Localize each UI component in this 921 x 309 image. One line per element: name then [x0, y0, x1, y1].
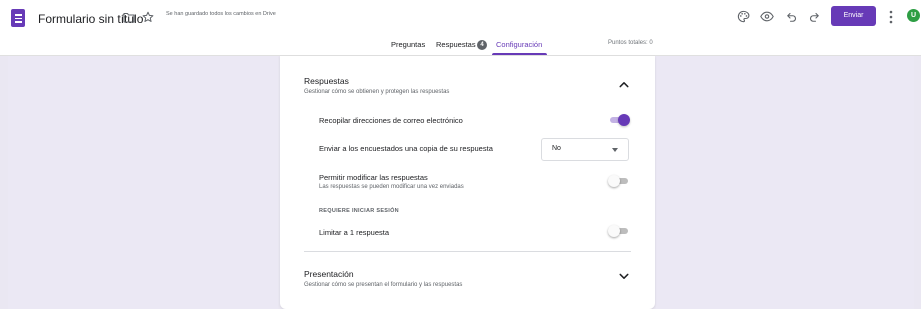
- send-copy-value: No: [552, 145, 561, 152]
- responses-section-subtitle: Gestionar cómo se obtienen y protegen la…: [304, 89, 450, 95]
- collect-emails-label: Recopilar direcciones de correo electrón…: [319, 116, 463, 125]
- allow-edit-label: Permitir modificar las respuestas: [319, 173, 428, 182]
- tab-responses[interactable]: Respuestas: [436, 40, 476, 49]
- send-copy-dropdown[interactable]: No: [541, 138, 629, 161]
- settings-card: Respuestas Gestionar cómo se obtienen y …: [280, 56, 655, 309]
- allow-edit-sublabel: Las respuestas se pueden modificar una v…: [319, 184, 464, 190]
- section-divider: [304, 251, 631, 252]
- send-copy-label: Enviar a los encuestados una copia de su…: [319, 144, 493, 153]
- save-status: Se han guardado todos los cambios en Dri…: [166, 11, 276, 17]
- star-icon[interactable]: [142, 11, 154, 23]
- avatar[interactable]: U: [907, 9, 920, 22]
- send-button[interactable]: Enviar: [831, 6, 876, 26]
- presentation-section-title[interactable]: Presentación: [304, 269, 354, 279]
- chevron-down-icon[interactable]: [619, 273, 629, 280]
- palette-icon[interactable]: [737, 10, 750, 23]
- active-tab-indicator: [492, 53, 547, 55]
- tab-settings[interactable]: Configuración: [496, 40, 542, 49]
- limit-one-toggle[interactable]: [608, 225, 630, 237]
- form-tabs: Preguntas Respuestas 4 Configuración Pun…: [0, 36, 921, 56]
- forms-logo-icon[interactable]: [11, 9, 25, 27]
- responses-section-title[interactable]: Respuestas: [304, 76, 349, 86]
- top-bar: Formulario sin título Se han guardado to…: [0, 0, 921, 36]
- total-points: Puntos totales: 0: [608, 40, 653, 46]
- allow-edit-toggle[interactable]: [608, 175, 630, 187]
- tab-questions[interactable]: Preguntas: [391, 40, 425, 49]
- redo-icon[interactable]: [808, 11, 820, 23]
- background-panel-left: [8, 56, 278, 309]
- limit-one-label: Limitar a 1 respuesta: [319, 228, 390, 237]
- requires-signin-heading: REQUIERE INICIAR SESIÓN: [319, 208, 399, 214]
- preview-eye-icon[interactable]: [760, 11, 774, 22]
- more-vert-icon[interactable]: [888, 10, 894, 24]
- presentation-section-subtitle: Gestionar cómo se presentan el formulari…: [304, 282, 463, 288]
- folder-icon[interactable]: [123, 12, 135, 23]
- undo-icon[interactable]: [786, 11, 798, 23]
- collect-emails-toggle[interactable]: [608, 114, 630, 126]
- responses-count-badge: 4: [477, 40, 487, 50]
- chevron-up-icon[interactable]: [619, 81, 629, 88]
- dropdown-arrow-icon: [612, 148, 618, 152]
- background-panel-right: [656, 56, 914, 309]
